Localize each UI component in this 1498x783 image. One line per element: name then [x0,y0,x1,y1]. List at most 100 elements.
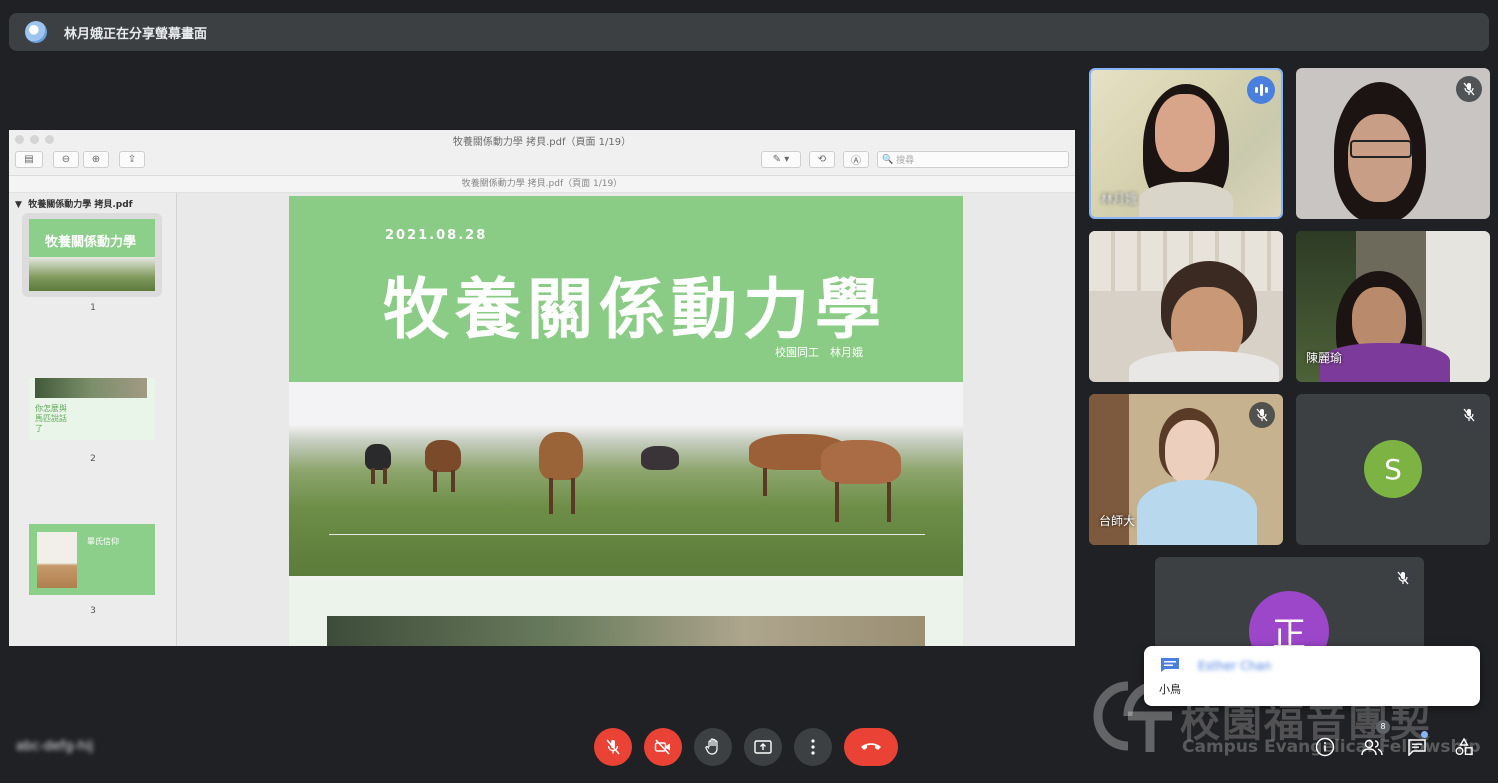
camera-toggle-button[interactable] [644,728,682,766]
pdf-search-placeholder: 搜尋 [896,156,915,166]
raise-hand-icon [705,738,718,755]
sidebar-file-name: ▼ 牧養關係動力學 拷貝.pdf [15,200,133,210]
participant-letter-avatar: S [1364,440,1422,498]
document-subtitle: 牧養關係動力學 拷貝.pdf（頁面 1/19） [9,176,1075,193]
rotate-icon: ⟲ [809,151,835,168]
participant-tile-2[interactable] [1296,68,1490,219]
horse-figure [425,440,461,472]
zoom-out-icon: ⊖ [53,151,79,168]
slide-date: 2021.08.28 [385,228,488,243]
thumbnail-page-3: 畢氏信仰 [29,524,155,595]
horse-figure [365,444,391,470]
chat-sender-name: Esther Chan [1198,659,1272,673]
info-icon [1315,737,1335,757]
participants-button[interactable] [1360,735,1384,759]
people-icon [1361,739,1383,756]
participant-face [1155,94,1215,172]
mic-off-icon [606,739,620,755]
thumbnail-1-photo [29,257,155,291]
present-screen-button[interactable] [744,728,782,766]
participant-tile-6[interactable]: S [1296,394,1490,545]
pdf-slide: 2021.08.28 牧養關係動力學 校園同工 林月娥 [289,196,963,646]
mic-toggle-button[interactable] [594,728,632,766]
mic-off-icon [1456,402,1482,428]
participant-letter-avatar: 正 [1249,591,1329,646]
participant-name: 陳麗瑜 [1306,351,1343,365]
thumbnail-3-title: 畢氏信仰 [87,537,119,546]
participant-body [1129,351,1279,382]
thumbnail-number-1: 1 [90,303,96,313]
glasses-shape [1350,140,1412,158]
chat-message-icon [1161,658,1179,672]
thumbnail-1-title: 牧養關係動力學 [45,235,137,250]
mic-off-icon [1249,402,1275,428]
screen-share-banner: 林月娥正在分享螢幕畫面 [9,13,1489,51]
mic-off-icon [1390,565,1416,591]
participant-tile-3[interactable] [1089,231,1283,382]
participant-tile-5[interactable]: 台師大 [1089,394,1283,545]
raise-hand-button[interactable] [694,728,732,766]
end-call-button[interactable] [844,728,898,766]
chat-notification[interactable]: Esther Chan 小鳥 [1144,646,1480,706]
window-title: 牧養關係動力學 拷貝.pdf（頁面 1/19） [452,137,632,148]
camera-off-icon [654,739,670,755]
activities-button[interactable] [1452,735,1476,759]
participant-face [1165,420,1215,484]
shared-screen: 牧養關係動力學 拷貝.pdf（頁面 1/19） ▤ ⊖ ⊕ ⇪ ✎ ▾ ⟲ Ⓐ … [9,130,1075,646]
chat-unread-dot [1421,731,1428,738]
slide-page-2-preview [289,580,963,646]
horse-leg [571,478,575,514]
activities-icon [1455,737,1473,756]
chat-button[interactable] [1405,735,1429,759]
more-options-icon [811,739,815,755]
horse-leg [383,468,387,484]
annotate-icon: Ⓐ [843,151,869,168]
participant-tile-7[interactable]: 正 [1155,557,1424,646]
zoom-in-icon: ⊕ [83,151,109,168]
participant-name: 台師大 [1099,514,1136,528]
horse-leg [887,482,891,522]
mic-off-icon [1456,76,1482,102]
thumbnail-sidebar: ▼ 牧養關係動力學 拷貝.pdf 牧養關係動力學 1 你怎麼與馬匹說話了 2 畢… [9,193,177,646]
more-options-button[interactable] [794,728,832,766]
slide-horses-photo [289,382,963,576]
horse-leg [451,470,455,492]
sidebar-toggle-icon: ▤ [15,151,43,168]
horse-leg [549,478,553,514]
sidebar-file-label: 牧養關係動力學 拷貝.pdf [28,200,133,210]
participant-name: 林月娥 [1101,192,1138,206]
participant-body [1139,182,1233,217]
pdf-search-box: 🔍 搜尋 [877,151,1069,168]
slide-divider-line [329,534,925,535]
thumbnail-2-photo [35,378,147,398]
thumbnail-2-title: 你怎麼與馬匹說話了 [35,404,67,433]
participant-tile-1[interactable]: 林月娥 [1089,68,1283,219]
presenter-avatar [25,21,47,43]
horse-leg [433,470,437,492]
participant-face [1348,114,1412,202]
pdf-page-area: 2021.08.28 牧養關係動力學 校園同工 林月娥 [177,193,1075,646]
slide-title-banner: 2021.08.28 牧養關係動力學 校園同工 林月娥 [289,196,963,382]
screen-share-text: 林月娥正在分享螢幕畫面 [64,26,208,42]
thumbnail-3-photo [37,532,77,588]
share-icon: ⇪ [119,151,145,168]
preview-toolbar: ▤ ⊖ ⊕ ⇪ ✎ ▾ ⟲ Ⓐ 🔍 搜尋 [9,148,1075,176]
horse-figure [821,440,901,484]
meeting-code[interactable]: abc-defg-hij [16,739,93,754]
meeting-details-button[interactable] [1313,735,1337,759]
horse-figure [539,432,583,480]
horse-leg [763,468,767,496]
slide-title: 牧養關係動力學 [383,271,887,348]
horse-leg [371,468,375,484]
participant-body [1137,480,1257,545]
window-titlebar: 牧養關係動力學 拷貝.pdf（頁面 1/19） [9,130,1075,148]
chat-icon [1408,739,1426,756]
speaking-indicator-icon [1247,76,1275,104]
markup-pen-icon: ✎ ▾ [761,151,801,168]
thumbnail-page-1: 牧養關係動力學 [29,219,155,291]
participant-tile-4[interactable]: 陳麗瑜 [1296,231,1490,382]
present-screen-icon [754,740,772,754]
thumbnail-number-2: 2 [90,454,96,464]
end-call-icon [861,743,881,750]
thumbnail-page-2: 你怎麼與馬匹說話了 [29,378,155,440]
